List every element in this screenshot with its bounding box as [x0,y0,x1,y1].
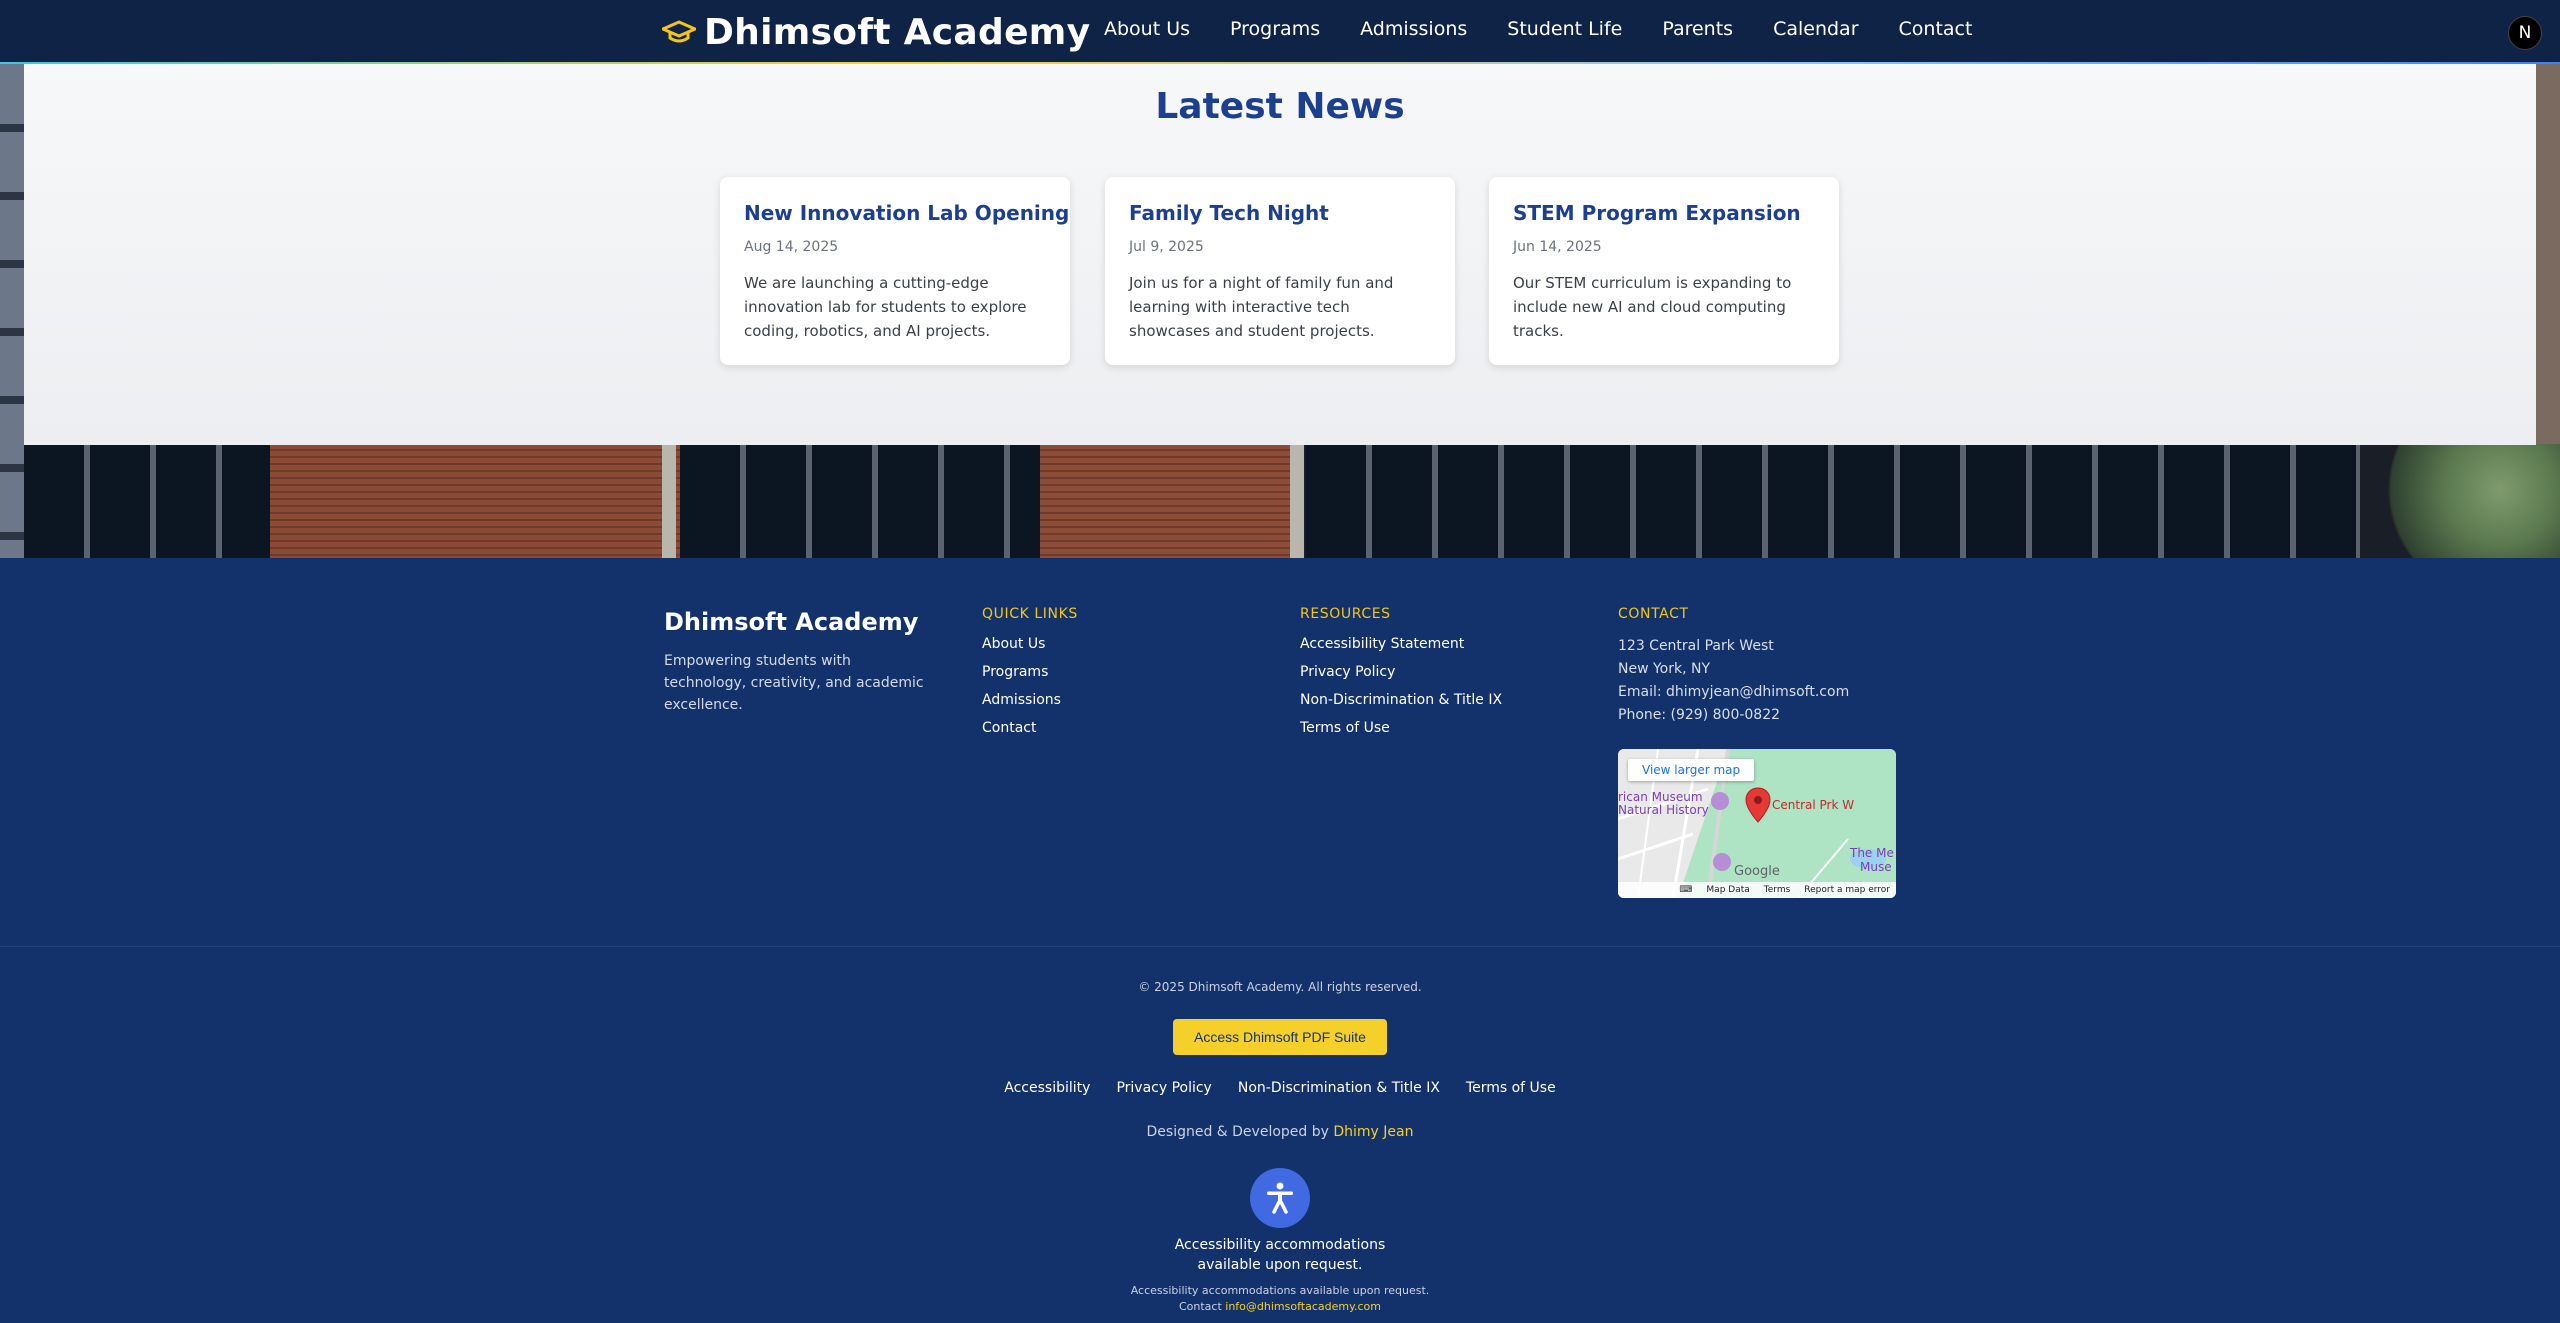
footer-link-programs[interactable]: Programs [982,664,1078,680]
keyboard-icon[interactable]: ⌨ [1679,885,1692,895]
map-footer-bar: ⌨ Map Data Terms Report a map error [1618,882,1896,898]
nav-admissions[interactable]: Admissions [1360,18,1467,40]
news-card-date: Jul 9, 2025 [1129,239,1204,255]
graduation-cap-icon [662,20,696,43]
accessibility-contact-note: Accessibility accommodations available u… [1130,1284,1430,1313]
footer-link-privacy-policy[interactable]: Privacy Policy [1300,664,1502,680]
footer-brand: Dhimsoft Academy [664,608,919,636]
section-title: Latest News [1155,86,1405,127]
news-card-date: Aug 14, 2025 [744,239,839,255]
nav-about-us[interactable]: About Us [1104,18,1190,40]
credit-author-link[interactable]: Dhimy Jean [1333,1124,1413,1140]
nav-parents[interactable]: Parents [1662,18,1733,40]
accessibility-button[interactable] [1250,1168,1310,1228]
copyright-text: © 2025 Dhimsoft Academy. All rights rese… [1138,980,1422,994]
resources-column: RESOURCES Accessibility Statement Privac… [1300,606,1502,748]
news-card-date: Jun 14, 2025 [1513,239,1602,255]
nav-calendar[interactable]: Calendar [1773,18,1858,40]
google-logo: Google [1734,864,1780,879]
contact-heading: CONTACT [1618,606,1689,622]
map-met-label: Muse [1860,860,1892,874]
contact-address-line2: New York, NY [1618,661,1711,677]
embedded-map[interactable]: View larger map Central Prk W rican Muse… [1618,749,1896,898]
main-nav: About Us Programs Admissions Student Lif… [1104,18,1972,40]
footer-link-contact[interactable]: Contact [982,720,1078,736]
contact-address-line1: 123 Central Park West [1618,638,1774,654]
news-card[interactable]: New Innovation Lab Opening Aug 14, 2025 … [720,177,1070,365]
map-pin-icon [1745,787,1771,823]
news-card-title[interactable]: Family Tech Night [1129,201,1431,225]
accessibility-icon [1267,1182,1293,1214]
footer-divider [0,946,2560,947]
contact-phone[interactable]: Phone: (929) 800-0822 [1618,704,1849,727]
map-data-label: Map Data [1706,885,1750,895]
contact-email[interactable]: Email: dhimyjean@dhimsoft.com [1618,681,1849,704]
footer-link-terms-of-use[interactable]: Terms of Use [1300,720,1502,736]
brand-name: Dhimsoft Academy [704,11,1091,53]
news-card-body: Join us for a night of family fun and le… [1129,274,1394,340]
credit-prefix: Designed & Developed by [1146,1124,1329,1140]
quick-links-heading: QUICK LINKS [982,606,1078,622]
resources-heading: RESOURCES [1300,606,1391,622]
footer-bottom-links: Accessibility Privacy Policy Non-Discrim… [0,1080,2560,1096]
avatar[interactable]: N [2508,16,2542,50]
site-footer: Dhimsoft Academy Empowering students wit… [0,558,2560,1323]
news-card[interactable]: STEM Program Expansion Jun 14, 2025 Our … [1489,177,1839,365]
footer-link-accessibility-statement[interactable]: Accessibility Statement [1300,636,1502,652]
quick-links-column: QUICK LINKS About Us Programs Admissions… [982,606,1078,748]
view-larger-map-link[interactable]: View larger map [1628,759,1755,781]
map-terms-link[interactable]: Terms [1764,885,1791,895]
nav-contact[interactable]: Contact [1899,18,1973,40]
bottom-link-accessibility[interactable]: Accessibility [1004,1080,1090,1096]
footer-link-admissions[interactable]: Admissions [982,692,1078,708]
map-pin-label: Central Prk W [1772,798,1855,812]
map-met-label: The Me [1850,846,1894,860]
brand-logo[interactable]: Dhimsoft Academy [662,8,1090,56]
map-museum-label: rican Museum [1618,790,1703,804]
footer-tagline: Empowering students with technology, cre… [664,653,924,713]
accessibility-email-link[interactable]: info@dhimsoftacademy.com [1225,1300,1381,1313]
footer-link-about-us[interactable]: About Us [982,636,1078,652]
nav-programs[interactable]: Programs [1230,18,1320,40]
news-card-title[interactable]: STEM Program Expansion [1513,201,1815,225]
contact-column: CONTACT 123 Central Park West New York, … [1618,606,1849,727]
map-museum-label: Natural History [1618,803,1709,817]
news-card[interactable]: Family Tech Night Jul 9, 2025 Join us fo… [1105,177,1455,365]
latest-news-section: Latest News New Innovation Lab Opening A… [24,64,2536,445]
developer-credit: Designed & Developed by Dhimy Jean [0,1124,2560,1140]
site-header: Dhimsoft Academy About Us Programs Admis… [0,0,2560,64]
accessibility-notice: Accessibility accommodations available u… [1174,1237,1386,1273]
pdf-suite-button[interactable]: Access Dhimsoft PDF Suite [1173,1019,1387,1055]
map-report-error-link[interactable]: Report a map error [1804,885,1890,895]
bottom-link-privacy-policy[interactable]: Privacy Policy [1116,1080,1211,1096]
bottom-link-terms-of-use[interactable]: Terms of Use [1466,1080,1556,1096]
bottom-link-non-discrimination[interactable]: Non-Discrimination & Title IX [1238,1080,1440,1096]
nav-student-life[interactable]: Student Life [1507,18,1622,40]
news-card-title[interactable]: New Innovation Lab Opening [744,201,1069,225]
news-card-body: We are launching a cutting-edge innovati… [744,274,1027,340]
footer-link-non-discrimination[interactable]: Non-Discrimination & Title IX [1300,692,1502,708]
news-card-body: Our STEM curriculum is expanding to incl… [1513,274,1792,340]
